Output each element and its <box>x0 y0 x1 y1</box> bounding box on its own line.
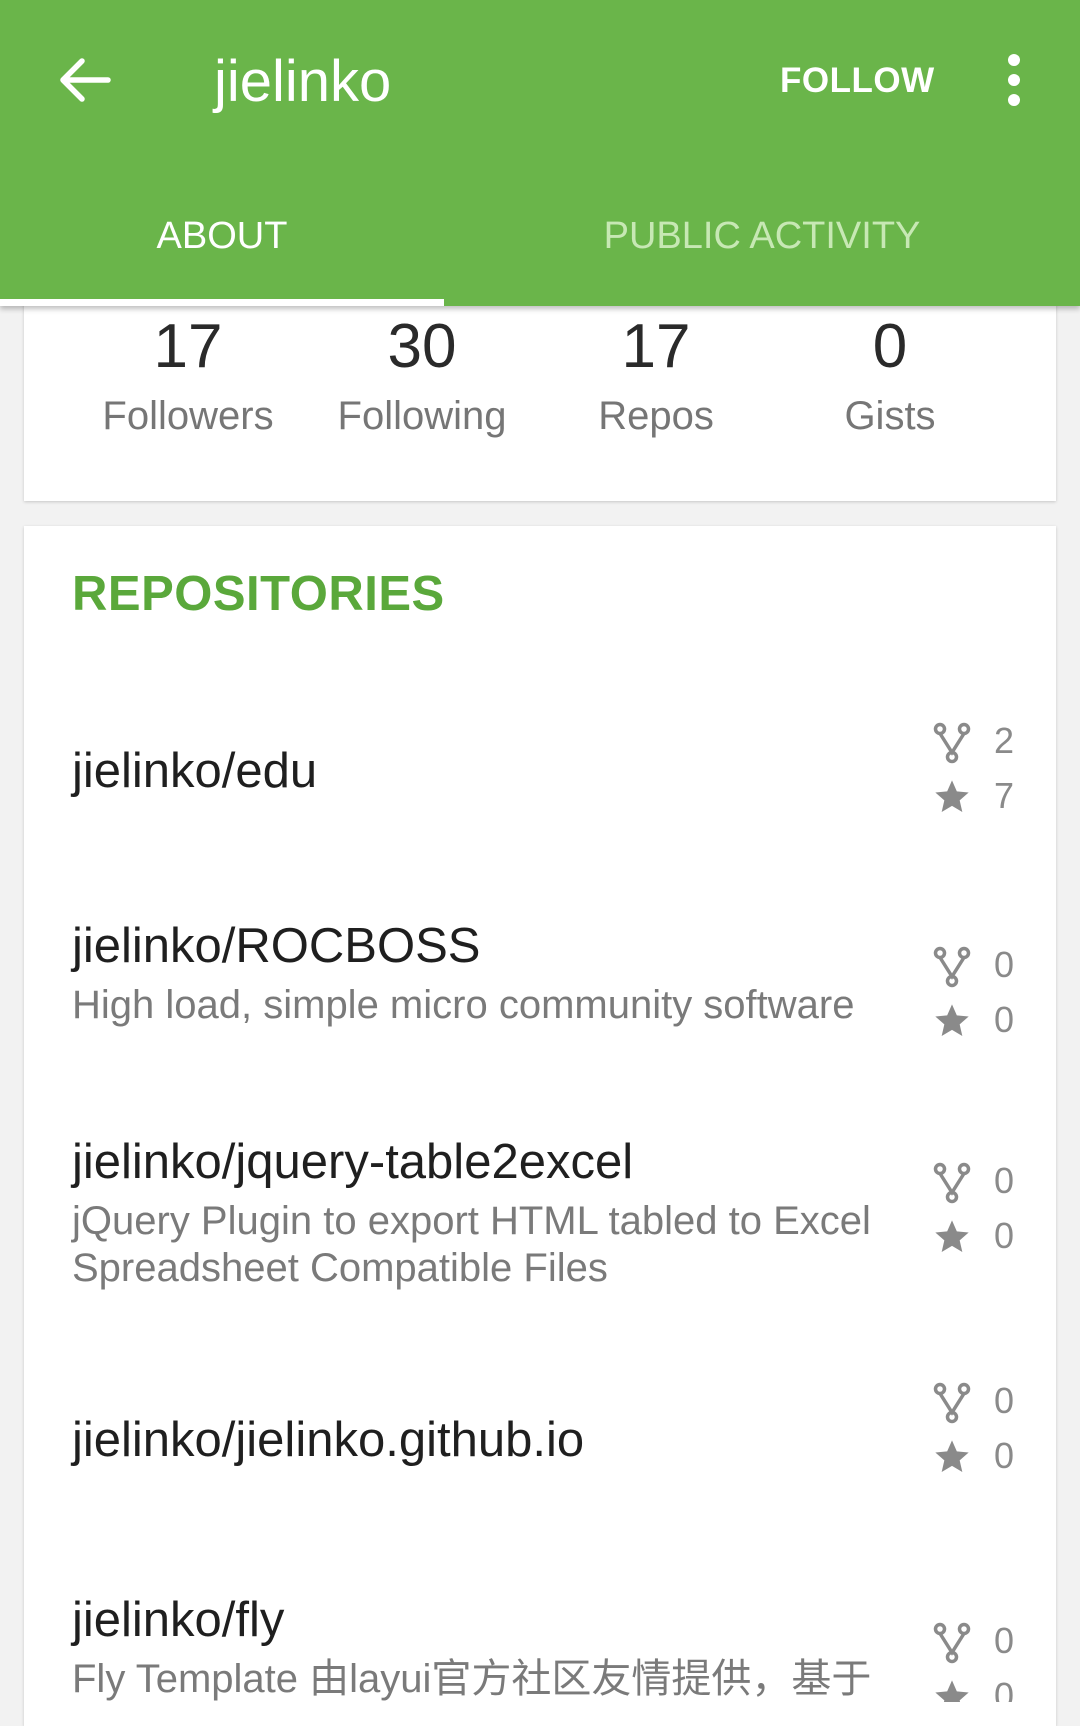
fork-icon <box>933 722 971 764</box>
fork-row: 0 <box>932 940 1042 995</box>
repo-meta: 0 0 <box>932 1616 1042 1702</box>
star-icon <box>935 1004 969 1036</box>
repos-count: 17 <box>621 312 691 381</box>
repo-meta: 0 0 <box>932 1156 1042 1266</box>
star-icon <box>935 1220 969 1252</box>
fork-count: 0 <box>994 944 1015 985</box>
repositories-header: REPOSITORIES <box>72 567 445 621</box>
stat-followers[interactable]: 17 Followers <box>78 310 298 446</box>
repo-name: jielinko/jquery-table2excel <box>72 1135 634 1189</box>
repo-meta: 2 7 <box>932 716 1042 826</box>
following-label: Following <box>337 394 507 438</box>
repo-description: jQuery Plugin to export HTML tabled to E… <box>72 1199 871 1290</box>
fork-icon <box>933 1622 971 1664</box>
star-icon <box>935 780 969 812</box>
gists-label: Gists <box>844 394 936 438</box>
more-vertical-icon <box>1008 54 1020 106</box>
star-icon <box>935 1440 969 1472</box>
fork-icon <box>933 946 971 988</box>
star-icon <box>935 1680 969 1702</box>
repo-item[interactable]: jielinko/jquery-table2excel jQuery Plugi… <box>24 1132 1056 1332</box>
repo-meta: 0 0 <box>932 940 1042 1050</box>
repo-meta: 0 0 <box>932 1376 1042 1486</box>
repo-description: High load, simple micro community softwa… <box>72 983 855 1027</box>
repo-item[interactable]: jielinko/ROCBOSS High load, simple micro… <box>24 916 1056 1116</box>
fork-count: 0 <box>994 1160 1015 1201</box>
repo-name: jielinko/edu <box>72 744 318 798</box>
gists-count: 0 <box>872 312 908 381</box>
followers-label: Followers <box>102 394 274 438</box>
following-count: 30 <box>387 312 457 381</box>
repo-description: Fly Template 由layui官方社区友情提供，基于layui搭建而成，… <box>72 1657 872 1701</box>
star-count: 0 <box>994 999 1015 1040</box>
arrow-left-icon <box>60 58 111 102</box>
followers-count: 17 <box>153 312 223 381</box>
fork-row: 2 <box>932 716 1042 771</box>
repos-label: Repos <box>598 394 714 438</box>
back-button[interactable] <box>48 40 120 120</box>
repo-name: jielinko/fly <box>72 1593 285 1647</box>
page-title: jielinko <box>214 49 392 114</box>
star-row: 0 <box>932 1671 1042 1702</box>
fork-icon <box>933 1162 971 1204</box>
stat-repos[interactable]: 17 Repos <box>546 310 766 446</box>
fork-icon <box>933 1382 971 1424</box>
tab-about[interactable]: ABOUT <box>0 196 444 276</box>
fork-count: 2 <box>994 720 1015 761</box>
repo-item[interactable]: jielinko/jielinko.github.io 0 0 <box>24 1376 1056 1556</box>
star-count: 0 <box>994 1435 1015 1476</box>
fork-row: 0 <box>932 1616 1042 1671</box>
fork-row: 0 <box>932 1376 1042 1431</box>
star-count: 0 <box>994 1675 1015 1702</box>
repo-item[interactable]: jielinko/edu 2 7 <box>24 716 1056 896</box>
fork-count: 0 <box>994 1620 1015 1661</box>
star-row: 0 <box>932 995 1042 1050</box>
star-row: 7 <box>932 771 1042 826</box>
tab-indicator <box>0 299 444 306</box>
fork-count: 0 <box>994 1380 1015 1421</box>
repositories-card: REPOSITORIES jielinko/edu 2 7 jielinko/R… <box>24 526 1056 1726</box>
star-count: 7 <box>994 775 1015 816</box>
star-count: 0 <box>994 1215 1015 1256</box>
repo-name: jielinko/ROCBOSS <box>72 919 481 973</box>
repo-name: jielinko/jielinko.github.io <box>72 1413 585 1467</box>
stat-following[interactable]: 30 Following <box>312 310 532 446</box>
repo-item[interactable]: jielinko/fly Fly Template 由layui官方社区友情提供… <box>24 1562 1056 1702</box>
more-options-button[interactable] <box>990 44 1038 116</box>
star-row: 0 <box>932 1431 1042 1486</box>
fork-row: 0 <box>932 1156 1042 1211</box>
stat-gists[interactable]: 0 Gists <box>780 310 1000 446</box>
follow-button[interactable]: FOLLOW <box>780 50 935 112</box>
app-bar: jielinko FOLLOW ABOUT PUBLIC ACTIVITY <box>0 0 1080 306</box>
tab-public-activity[interactable]: PUBLIC ACTIVITY <box>444 196 1080 276</box>
star-row: 0 <box>932 1211 1042 1266</box>
